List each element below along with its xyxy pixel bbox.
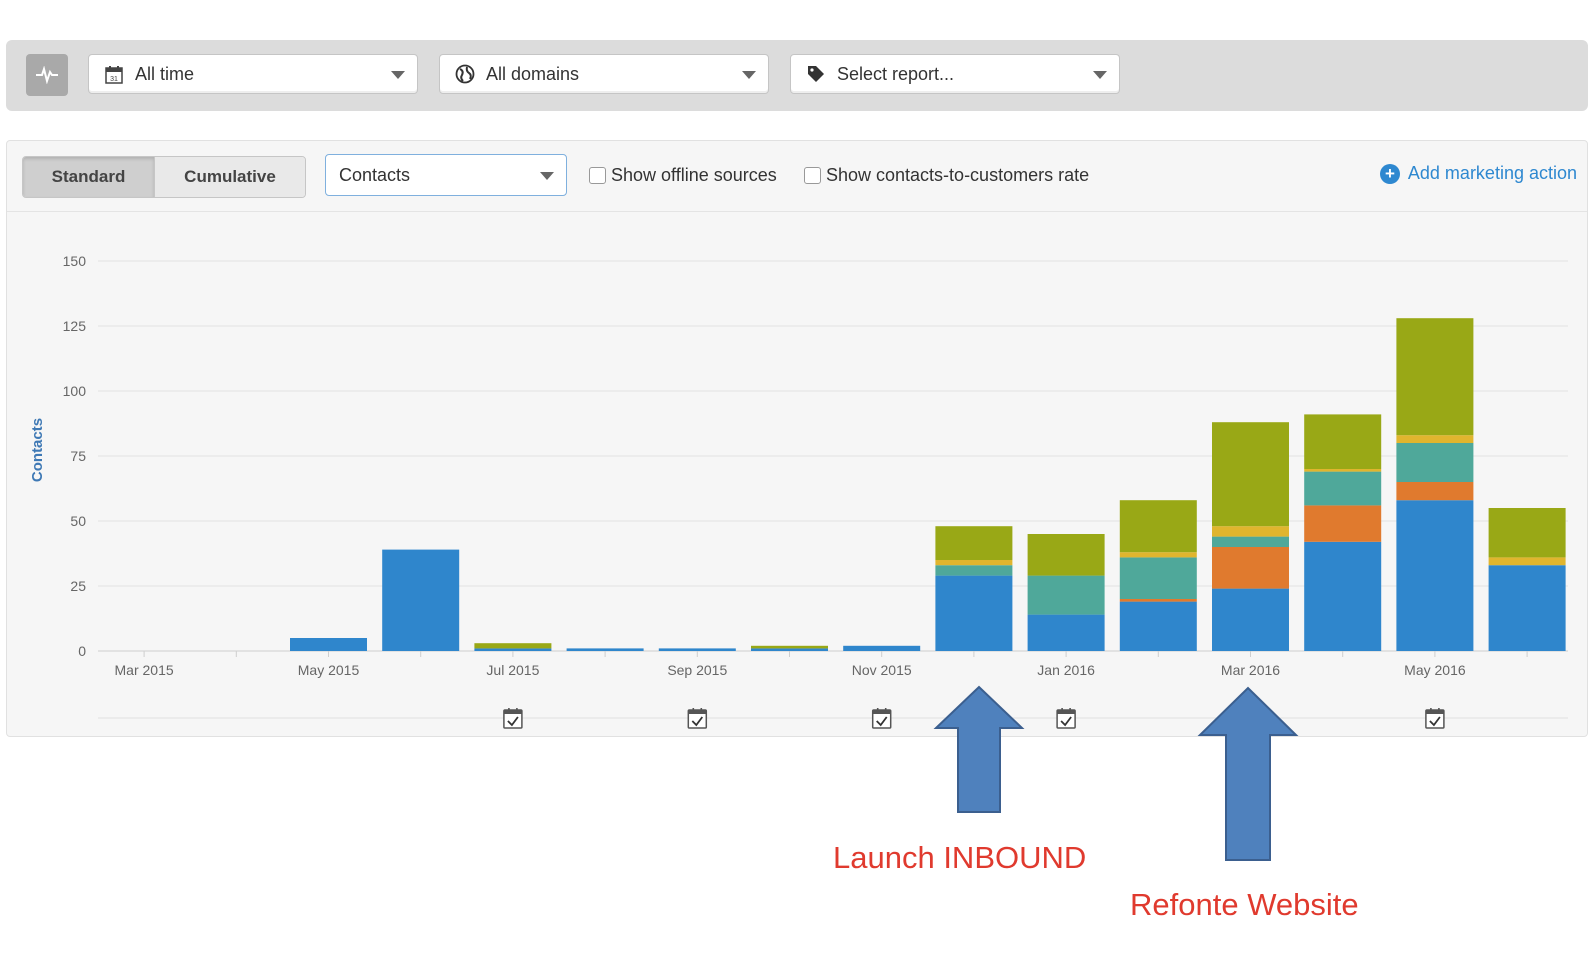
y-axis-label: Contacts — [29, 418, 46, 482]
x-tick-label: May 2016 — [1404, 662, 1466, 678]
bar-segment — [1119, 557, 1197, 599]
bar-segment — [1304, 541, 1382, 651]
bar-segment — [658, 648, 736, 651]
bar-segment — [935, 565, 1013, 576]
bar-segment — [843, 645, 921, 651]
bar-segment — [1119, 599, 1197, 602]
x-tick-label: Jan 2016 — [1037, 662, 1095, 678]
y-tick-label: 100 — [63, 383, 87, 399]
refonte-website-annotation: Refonte Website — [1130, 887, 1359, 922]
bar-segment — [1027, 614, 1105, 651]
bar-segment — [1212, 536, 1289, 547]
x-tick-label: Sep 2015 — [667, 662, 727, 678]
bar-segment — [1396, 482, 1474, 501]
y-tick-label: 50 — [70, 513, 86, 529]
y-tick-label: 75 — [70, 448, 86, 464]
bar-segment — [1304, 469, 1382, 472]
bar-segment — [1212, 422, 1289, 527]
contacts-chart: 0 25 50 75 100 125 150 Mar 2015 May 2015 Jul 2015… — [29, 253, 1568, 729]
calendar-check-icon[interactable] — [1056, 708, 1076, 729]
x-tick-label: Mar 2016 — [1221, 662, 1280, 678]
x-tick-label: Nov 2015 — [852, 662, 912, 678]
y-tick-label: 125 — [63, 318, 87, 334]
bar-segment — [1304, 505, 1382, 542]
bar-segment — [1304, 414, 1382, 469]
bar-segment — [474, 643, 552, 649]
bar-segment — [1488, 557, 1566, 566]
bar-segment — [751, 648, 828, 651]
bar-segment — [1396, 318, 1474, 436]
bar-segment — [1396, 435, 1474, 443]
bar-segment — [1119, 601, 1197, 651]
bar-segment — [1119, 552, 1197, 558]
bar-segment — [1396, 500, 1474, 651]
bar-segment — [290, 638, 367, 651]
bar-segment — [1488, 565, 1566, 651]
calendar-check-icon[interactable] — [503, 708, 523, 729]
bar-segment — [1212, 526, 1289, 537]
bar-segment — [1304, 471, 1382, 506]
bar-segment — [474, 648, 552, 651]
bar-segment — [382, 549, 460, 651]
x-tick-label: May 2015 — [298, 662, 360, 678]
calendar-check-icon[interactable] — [871, 708, 892, 729]
calendar-check-icon[interactable] — [687, 708, 708, 729]
bar-segment — [1212, 547, 1289, 589]
bar-segment — [1396, 443, 1474, 482]
calendar-check-icon[interactable] — [1425, 708, 1445, 729]
bar-segment — [1027, 575, 1105, 615]
bar-segment — [935, 575, 1013, 651]
bar-segment — [751, 645, 828, 649]
launch-inbound-annotation: Launch INBOUND — [833, 840, 1087, 875]
bar-segment — [1212, 588, 1289, 651]
bar-segment — [935, 526, 1013, 560]
bar-segment — [1119, 500, 1197, 553]
y-tick-label: 25 — [70, 578, 86, 594]
bar-segment — [1027, 534, 1105, 576]
y-tick-label: 0 — [78, 643, 86, 659]
x-tick-label: Jul 2015 — [486, 662, 539, 678]
bar-segment — [566, 648, 644, 651]
bar-segment — [935, 560, 1013, 566]
y-tick-label: 150 — [63, 253, 87, 269]
bar-segment — [1488, 508, 1566, 558]
x-tick-label: Mar 2015 — [115, 662, 174, 678]
